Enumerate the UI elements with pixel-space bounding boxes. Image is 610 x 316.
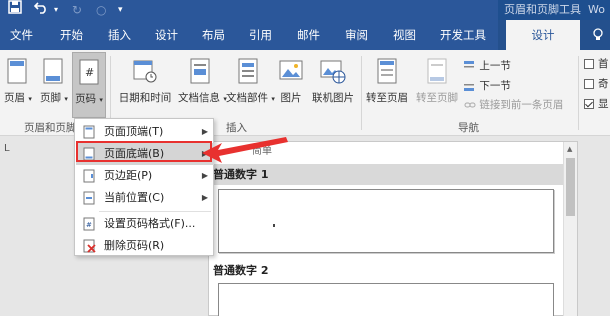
odd-even-label: 奇 — [598, 78, 609, 90]
format-page-number-icon: # — [83, 217, 95, 231]
calendar-icon — [133, 60, 157, 83]
next-section-icon — [464, 84, 474, 91]
scrollbar-thumb[interactable] — [566, 158, 575, 216]
save-icon[interactable] — [8, 0, 22, 20]
page-number-label: 页码 — [75, 93, 97, 105]
current-position-icon — [83, 191, 95, 205]
page-number-menu: 页面顶端(T) ▶ 页面底端(B) ▶ 页边距(P) ▶ 当前位置(C) ▶ #… — [74, 118, 214, 256]
first-page-checkbox[interactable] — [584, 59, 594, 69]
gallery-section-header: 普通数字 2 — [213, 264, 269, 277]
show-text-label: 显 — [598, 98, 609, 110]
tab-developer[interactable]: 开发工具 — [440, 20, 486, 50]
redo-icon: ↻ — [72, 3, 83, 17]
title-bar: ▾ ↻ ○ ▾ 页眉和页脚工具 Wo — [0, 0, 610, 20]
online-picture-label: 联机图片 — [312, 92, 354, 104]
goto-header-button[interactable]: 转至页眉 — [364, 58, 410, 105]
menu-item-remove-page-numbers[interactable]: 删除页码(R) — [76, 235, 214, 257]
goto-header-icon — [377, 58, 397, 84]
tab-file[interactable]: 文件 — [10, 20, 33, 50]
document-info-icon — [190, 58, 210, 84]
footer-icon — [43, 58, 63, 84]
tab-review[interactable]: 审阅 — [345, 20, 368, 50]
menu-item-page-margin[interactable]: 页边距(P) ▶ — [76, 165, 214, 187]
quick-parts-icon — [238, 58, 258, 84]
menu-separator — [99, 211, 211, 212]
submenu-arrow-icon: ▶ — [201, 193, 208, 202]
date-time-button[interactable]: 日期和时间 — [116, 58, 174, 105]
document-parts-label: 文档部件 — [226, 92, 268, 104]
goto-footer-icon — [427, 58, 447, 84]
gallery-preview-plain-number-2[interactable] — [218, 283, 554, 316]
goto-header-label: 转至页眉 — [366, 92, 408, 104]
customize-qat-icon[interactable]: ▾ — [118, 0, 123, 20]
repeat-icon: ○ — [96, 3, 107, 17]
header-icon — [7, 58, 27, 84]
gallery-preview-plain-number-1[interactable] — [218, 189, 554, 253]
tab-references[interactable]: 引用 — [249, 20, 272, 50]
next-section-button[interactable]: 下一节 — [464, 78, 511, 93]
gallery-scrollbar[interactable]: ▲ — [563, 142, 577, 316]
document-info-label: 文档信息 — [178, 92, 220, 104]
group-label-hf: 页眉和页脚 — [24, 122, 77, 134]
page-margin-icon — [83, 169, 95, 183]
menu-item-page-top[interactable]: 页面顶端(T) ▶ — [76, 121, 214, 143]
tab-hf-design[interactable]: 设计 — [506, 20, 580, 50]
previous-section-button[interactable]: 上一节 — [464, 58, 511, 73]
group-label-navigation: 导航 — [458, 122, 479, 134]
goto-footer-label: 转至页脚 — [416, 92, 458, 104]
picture-icon — [279, 60, 303, 80]
document-parts-button[interactable]: 文档部件 ▾ — [226, 58, 275, 105]
undo-dropdown-icon[interactable]: ▾ — [54, 0, 58, 20]
header-button[interactable]: 页眉 ▾ — [4, 58, 32, 105]
tab-mailings[interactable]: 邮件 — [297, 20, 320, 50]
picture-label: 图片 — [280, 92, 302, 104]
link-to-previous-button: 链接到前一条页眉 — [464, 97, 563, 112]
separator — [578, 56, 579, 130]
show-text-checkbox[interactable] — [584, 99, 594, 109]
tab-insert[interactable]: 插入 — [108, 20, 131, 50]
page-number-icon: # — [79, 59, 99, 85]
previous-section-icon — [464, 61, 474, 68]
goto-footer-button: 转至页脚 — [414, 58, 460, 105]
header-label: 页眉 — [4, 92, 25, 104]
page-number-marker — [273, 224, 275, 227]
annotation-arrow-icon — [202, 137, 288, 163]
tab-selector[interactable]: L — [4, 143, 16, 155]
menu-item-format-page-numbers[interactable]: # 设置页码格式(F)... — [76, 213, 214, 235]
contextual-tab-title: 页眉和页脚工具 Wo — [498, 0, 610, 20]
first-page-label: 首 — [598, 58, 609, 70]
odd-even-checkbox[interactable] — [584, 79, 594, 89]
separator — [361, 56, 362, 130]
remove-page-number-icon — [83, 239, 96, 253]
menu-item-current-position[interactable]: 当前位置(C) ▶ — [76, 187, 214, 209]
page-top-icon — [83, 125, 95, 139]
tab-layout[interactable]: 布局 — [202, 20, 225, 50]
tab-design[interactable]: 设计 — [155, 20, 178, 50]
undo-icon[interactable] — [33, 0, 50, 20]
svg-text:#: # — [85, 66, 94, 79]
online-picture-button[interactable]: 联机图片 — [308, 58, 358, 105]
online-picture-icon — [320, 60, 346, 84]
ribbon-tab-bar: 文件 开始 插入 设计 布局 引用 邮件 审阅 视图 开发工具 设计 — [0, 20, 610, 50]
link-icon — [464, 102, 476, 108]
scroll-up-icon[interactable]: ▲ — [567, 145, 572, 153]
tab-home[interactable]: 开始 — [60, 20, 83, 50]
footer-button[interactable]: 页脚 ▾ — [40, 58, 68, 105]
date-time-label: 日期和时间 — [118, 92, 172, 104]
footer-label: 页脚 — [40, 92, 61, 104]
svg-text:#: # — [86, 221, 92, 229]
document-info-button[interactable]: 文档信息 ▾ — [178, 58, 227, 105]
page-number-button[interactable]: # 页码 ▾ — [72, 52, 106, 118]
picture-button[interactable]: 图片 — [277, 58, 305, 105]
tell-me-icon[interactable] — [592, 20, 604, 50]
tab-view[interactable]: 视图 — [393, 20, 416, 50]
highlight-box — [76, 141, 212, 162]
